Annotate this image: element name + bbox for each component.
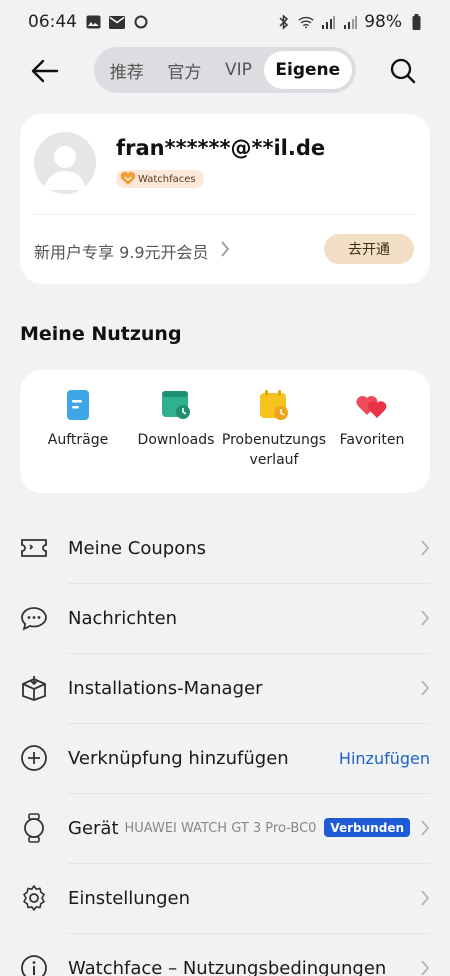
signal-icon [320, 14, 336, 30]
favorites-icon [356, 395, 387, 418]
tab-vip[interactable]: VIP [213, 51, 263, 89]
menu-label: Verknüpfung hinzufügen [68, 747, 289, 769]
activate-membership-button[interactable]: 去开通 [324, 234, 414, 264]
category-tabs: 推荐 官方 VIP Eigene [94, 47, 356, 93]
plus-circle-icon [20, 744, 48, 772]
usage-label: Downloads [137, 432, 215, 448]
battery-icon [408, 14, 424, 30]
heart-badge-icon [120, 171, 136, 189]
coupon-icon [20, 534, 48, 562]
usage-card: Aufträge Downloads Probenutzungs verlauf… [20, 370, 430, 493]
info-icon [20, 954, 48, 976]
usage-label: Probenutzungs verlauf [221, 432, 327, 468]
chevron-right-icon [420, 609, 430, 631]
usage-label: Favoriten [339, 432, 405, 448]
divider [34, 214, 416, 215]
tab-recommended[interactable]: 推荐 [98, 51, 156, 89]
gallery-icon [85, 14, 101, 30]
add-shortcut-link[interactable]: Hinzufügen [339, 749, 430, 768]
back-arrow-icon [31, 59, 59, 83]
menu-item-terms[interactable]: Watchface – Nutzungsbedingungen [20, 933, 430, 976]
signal-icon-2 [342, 14, 358, 30]
menu-item-add-shortcut[interactable]: Verknüpfung hinzufügen Hinzufügen [20, 723, 430, 793]
tab-mine[interactable]: Eigene [263, 51, 352, 89]
search-icon [390, 58, 416, 84]
trial-history-icon [260, 390, 288, 420]
menu-item-device[interactable]: Gerät HUAWEI WATCH GT 3 Pro-BC0 Verbunde… [20, 793, 430, 863]
circle-status-icon [133, 14, 149, 30]
watch-icon [20, 813, 48, 843]
bluetooth-icon [276, 14, 292, 30]
menu-item-settings[interactable]: Einstellungen [20, 863, 430, 933]
menu-item-messages[interactable]: Nachrichten [20, 583, 430, 653]
menu-label: Gerät [68, 817, 119, 839]
chevron-right-icon [220, 240, 230, 262]
usage-label: Aufträge [47, 432, 109, 448]
avatar[interactable] [34, 132, 96, 194]
device-name: HUAWEI WATCH GT 3 Pro-BC0 [124, 820, 317, 836]
username: fran******@**il.de [116, 136, 326, 160]
chat-icon [20, 604, 48, 632]
chevron-right-icon [420, 889, 430, 911]
menu-label: Installations-Manager [68, 677, 263, 699]
back-button[interactable] [28, 54, 62, 88]
downloads-icon [162, 391, 190, 419]
chevron-right-icon [420, 679, 430, 701]
profile-card: fran******@**il.de Watchfaces 新用户专享 9.9元… [20, 114, 430, 284]
status-time: 06:44 [28, 12, 77, 32]
package-download-icon [20, 674, 48, 702]
top-bar: 推荐 官方 VIP Eigene [0, 44, 450, 96]
menu-label: Watchface – Nutzungsbedingungen [68, 957, 387, 976]
badge-label: Watchfaces [138, 173, 196, 185]
default-avatar-icon [44, 146, 86, 190]
menu-item-install-manager[interactable]: Installations-Manager [20, 653, 430, 723]
tab-official[interactable]: 官方 [156, 51, 214, 89]
mail-icon [109, 14, 125, 30]
menu-label: Einstellungen [68, 887, 191, 909]
chevron-right-icon [420, 819, 430, 841]
connection-status-badge: Verbunden [324, 818, 410, 837]
usage-item-favorites[interactable]: Favoriten [322, 388, 422, 450]
gear-icon [20, 884, 48, 912]
wifi-icon [298, 14, 314, 30]
usage-item-downloads[interactable]: Downloads [126, 388, 226, 450]
orders-icon [67, 390, 89, 420]
search-button[interactable] [386, 54, 420, 88]
usage-item-trial-history[interactable]: Probenutzungs verlauf [222, 388, 326, 470]
chevron-right-icon [420, 539, 430, 561]
battery-level: 98% [364, 12, 402, 32]
section-title-usage: Meine Nutzung [20, 323, 182, 345]
chevron-right-icon [420, 959, 430, 976]
menu-label: Meine Coupons [68, 537, 207, 559]
watchfaces-badge: Watchfaces [116, 170, 204, 188]
status-left: 06:44 [28, 12, 149, 32]
status-bar: 06:44 98% [0, 0, 450, 44]
usage-item-orders[interactable]: Aufträge [28, 388, 128, 450]
membership-promo[interactable]: 新用户专享 9.9元开会员 [34, 239, 209, 263]
status-right: 98% [276, 12, 424, 32]
menu-item-coupons[interactable]: Meine Coupons [20, 513, 430, 583]
menu-label: Nachrichten [68, 607, 178, 629]
